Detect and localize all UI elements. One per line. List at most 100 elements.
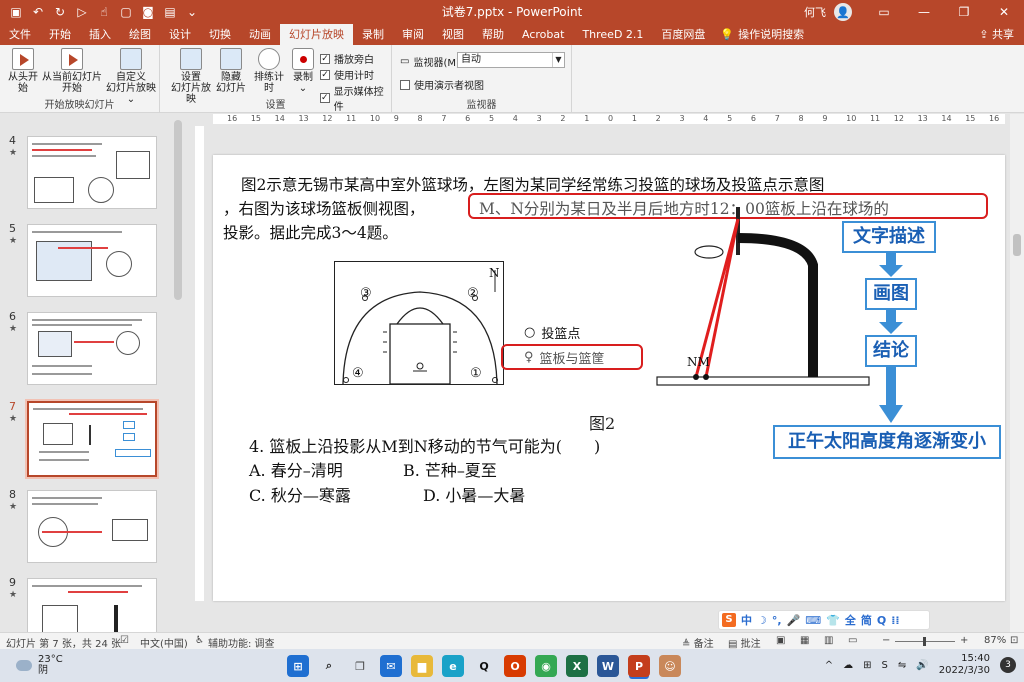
notes-button[interactable]: ≜ 备注: [682, 635, 714, 650]
office-icon[interactable]: O: [504, 655, 526, 677]
tab-help[interactable]: 帮助: [473, 24, 513, 45]
scrollbar-thumb[interactable]: [1013, 234, 1021, 256]
presenter-view-checkbox[interactable]: 使用演示者视图: [400, 77, 484, 92]
grid-menu-icon[interactable]: ⁞⁞: [891, 614, 899, 627]
network-icon[interactable]: ⇋: [898, 660, 906, 671]
sogou-tray-icon[interactable]: S: [882, 660, 888, 671]
start-icon[interactable]: ⊞: [287, 655, 309, 677]
save-icon[interactable]: ▣: [6, 2, 26, 22]
zoom-slider[interactable]: [895, 637, 955, 646]
redo-icon[interactable]: ↻: [50, 2, 70, 22]
qq-icon[interactable]: Q: [473, 655, 495, 677]
tab-threed[interactable]: ThreeD 2.1: [573, 24, 652, 45]
app-tray-icon[interactable]: ⊞: [863, 660, 871, 671]
fullwidth-icon[interactable]: 全: [845, 612, 856, 628]
slideshow-view-icon[interactable]: ▭: [848, 635, 857, 646]
slide-canvas[interactable]: 图2示意无锡市某高中室外篮球场，左图为某同学经常练习投篮的球场及投篮点示意图 ，…: [213, 155, 1005, 601]
tray-overflow-icon[interactable]: ^: [825, 660, 833, 671]
from-beginning-icon[interactable]: ▷: [72, 2, 92, 22]
hide-slide-button[interactable]: 隐藏 幻灯片: [216, 48, 246, 94]
tab-draw[interactable]: 绘图: [120, 24, 160, 45]
slide-thumbnail-9[interactable]: [27, 578, 157, 632]
ribbon-display-icon[interactable]: ▭: [864, 0, 904, 24]
excel-icon[interactable]: X: [566, 655, 588, 677]
tab-animations[interactable]: 动画: [240, 24, 280, 45]
edge-icon[interactable]: e: [442, 655, 464, 677]
tab-home[interactable]: 开始: [40, 24, 80, 45]
search-icon[interactable]: ⌕: [318, 655, 340, 677]
record-button[interactable]: 录制 ⌄: [290, 48, 316, 94]
slide-thumbnail-5[interactable]: [27, 224, 157, 297]
screenshot-icon[interactable]: ◙: [138, 2, 158, 22]
moon-icon[interactable]: ☽: [757, 614, 767, 627]
tab-transitions[interactable]: 切换: [200, 24, 240, 45]
normal-view-icon[interactable]: ▣: [776, 635, 785, 646]
microphone-icon[interactable]: 🎤: [787, 614, 801, 627]
simplified-icon[interactable]: 简: [861, 612, 872, 628]
minimize-button[interactable]: —: [904, 0, 944, 24]
tab-review[interactable]: 审阅: [393, 24, 433, 45]
comments-button[interactable]: ▤ 批注: [728, 635, 761, 650]
fit-slide-icon[interactable]: ⊡: [1010, 635, 1018, 646]
explorer-icon[interactable]: ▆: [411, 655, 433, 677]
tell-me-search[interactable]: 💡 操作说明搜索: [720, 24, 804, 45]
accessibility-icon[interactable]: ♿: [195, 635, 204, 646]
tab-insert[interactable]: 插入: [80, 24, 120, 45]
punctuation-icon[interactable]: °,: [772, 614, 782, 627]
tab-design[interactable]: 设计: [160, 24, 200, 45]
sorter-view-icon[interactable]: ▦: [800, 635, 809, 646]
zoom-out-icon[interactable]: −: [882, 635, 890, 646]
tab-acrobat[interactable]: Acrobat: [513, 24, 573, 45]
onedrive-icon[interactable]: ☁: [843, 660, 853, 671]
chrome-icon[interactable]: ◉: [535, 655, 557, 677]
tab-record[interactable]: 录制: [353, 24, 393, 45]
customize-qat-icon[interactable]: ⌄: [182, 2, 202, 22]
word-icon[interactable]: W: [597, 655, 619, 677]
zoom-in-icon[interactable]: +: [960, 635, 968, 646]
from-current-button[interactable]: 从当前幻灯片 开始: [42, 48, 102, 94]
zoom-level[interactable]: 87%: [984, 635, 1006, 646]
powerpoint-icon[interactable]: P: [628, 655, 650, 677]
editor-scrollbar[interactable]: [1010, 114, 1024, 632]
tab-slideshow[interactable]: 幻灯片放映: [280, 24, 353, 45]
zoom-knob[interactable]: [923, 637, 926, 646]
slide-thumbnail-6[interactable]: [27, 312, 157, 385]
spellcheck-icon[interactable]: ☑: [120, 635, 129, 646]
from-beginning-button[interactable]: 从头开始: [6, 48, 40, 94]
weather-widget[interactable]: 23°C 阴: [16, 654, 63, 676]
avatar[interactable]: 👤: [834, 3, 852, 21]
tab-file[interactable]: 文件: [0, 24, 40, 45]
reading-view-icon[interactable]: ▥: [824, 635, 833, 646]
share-button[interactable]: ⇪ 共享: [979, 24, 1024, 45]
monitor-select[interactable]: 自动 ▼: [457, 52, 565, 68]
sogou-logo-icon[interactable]: S: [722, 613, 736, 627]
user-name[interactable]: 何飞: [804, 4, 826, 20]
slide-thumbnail-8[interactable]: [27, 490, 157, 563]
keyboard-icon[interactable]: ⌨: [805, 614, 821, 627]
rehearse-timings-button[interactable]: 排练计时: [250, 48, 288, 94]
ime-toolbar[interactable]: S 中 ☽ °, 🎤 ⌨ 👕 全 简 Q ⁞⁞: [718, 610, 930, 630]
taskview-icon[interactable]: ❐: [349, 655, 371, 677]
restore-button[interactable]: ❐: [944, 0, 984, 24]
tab-view[interactable]: 视图: [433, 24, 473, 45]
notification-badge[interactable]: 3: [1000, 657, 1016, 673]
slide-thumbnail-7[interactable]: [25, 399, 159, 479]
slide-thumbnail-4[interactable]: [27, 136, 157, 209]
accessibility-status[interactable]: 辅助功能: 调查: [208, 635, 275, 650]
clock[interactable]: 15:40 2022/3/30: [939, 653, 990, 677]
language-status[interactable]: 中文(中国): [140, 635, 188, 650]
play-narrations-checkbox[interactable]: ✓ 播放旁白: [320, 51, 374, 66]
search-icon[interactable]: Q: [877, 614, 886, 627]
thumbnail-scrollbar[interactable]: [174, 120, 182, 300]
skin-icon[interactable]: 👕: [826, 614, 840, 627]
use-timings-checkbox[interactable]: ✓ 使用计时: [320, 67, 374, 82]
open-icon[interactable]: ▤: [160, 2, 180, 22]
ime-mode-icon[interactable]: 中: [741, 612, 752, 628]
avatar-app-icon[interactable]: ☺: [659, 655, 681, 677]
new-icon[interactable]: ▢: [116, 2, 136, 22]
volume-icon[interactable]: 🔊: [916, 660, 928, 671]
close-button[interactable]: ✕: [984, 0, 1024, 24]
undo-icon[interactable]: ↶: [28, 2, 48, 22]
touch-mode-icon[interactable]: ☝: [94, 2, 114, 22]
mail-icon[interactable]: ✉: [380, 655, 402, 677]
